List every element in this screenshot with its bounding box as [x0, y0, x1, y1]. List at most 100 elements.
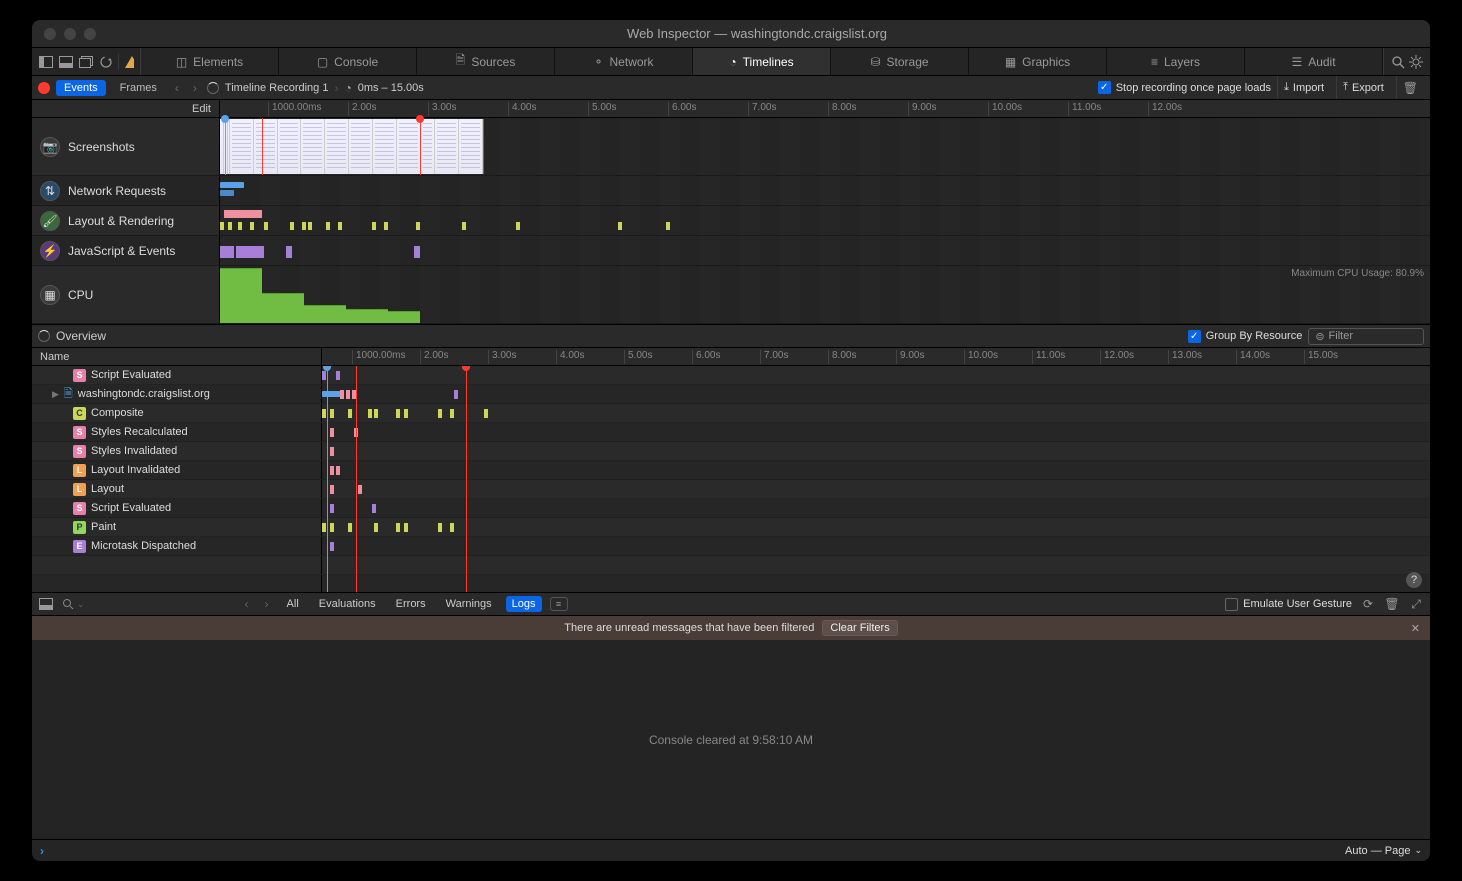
row-label: Layout Invalidated	[91, 464, 180, 476]
view-frames-button[interactable]: Frames	[112, 80, 165, 96]
filter-input[interactable]: ⊜ Filter	[1308, 328, 1424, 345]
event-marker	[322, 391, 342, 397]
stop-recording-checkbox[interactable]: ✓ Stop recording once page loads	[1098, 81, 1271, 94]
help-icon[interactable]: ?	[1406, 572, 1422, 588]
view-events-button[interactable]: Events	[56, 80, 106, 96]
nav-back-icon[interactable]: ‹	[171, 81, 183, 95]
event-marker	[348, 523, 352, 532]
reload-icon[interactable]: ⟳	[1360, 596, 1376, 612]
table-row[interactable]: SStyles Invalidated	[32, 442, 1430, 461]
event-marker	[340, 390, 344, 399]
ruler-tick: 10.00s	[988, 102, 1022, 116]
prev-result-icon[interactable]: ‹	[241, 597, 253, 611]
checkbox-checked-icon: ✓	[1188, 330, 1201, 343]
recording-breadcrumb[interactable]: Timeline Recording 1	[225, 82, 329, 94]
timeline-row-layout[interactable]: 🖌Layout & Rendering	[32, 206, 1430, 236]
import-button[interactable]: ⤓Import	[1277, 76, 1330, 99]
search-icon[interactable]	[1390, 54, 1406, 70]
timeline-row-js[interactable]: ⚡JavaScript & Events	[32, 236, 1430, 266]
table-row[interactable]: LLayout	[32, 480, 1430, 499]
export-button[interactable]: ⤒Export	[1336, 76, 1390, 99]
table-row	[32, 556, 1430, 575]
console-warning-banner: There are unread messages that have been…	[32, 616, 1430, 640]
cpu-max-label: Maximum CPU Usage: 80.9%	[1291, 268, 1424, 279]
console-prompt[interactable]: › Auto — Page ⌄	[32, 839, 1430, 861]
ruler-tick: 14.00s	[1236, 350, 1270, 364]
emulate-gesture-checkbox[interactable]: Emulate User Gesture	[1225, 598, 1352, 611]
filter-all[interactable]: All	[281, 596, 305, 612]
gear-icon[interactable]	[1408, 54, 1424, 70]
table-row[interactable]: CComposite	[32, 404, 1430, 423]
window-title: Web Inspector — washingtondc.craigslist.…	[96, 26, 1418, 41]
ruler-tick: 12.00s	[1100, 350, 1134, 364]
category-badge: L	[73, 464, 86, 477]
event-marker	[438, 409, 442, 418]
dock-left-icon[interactable]	[38, 54, 54, 70]
nav-forward-icon[interactable]: ›	[189, 81, 201, 95]
storage-icon: ⛁	[870, 55, 880, 69]
tab-timelines[interactable]: ◔Timelines	[693, 48, 831, 75]
table-row[interactable]: ▶🗎washingtondc.craigslist.org	[32, 385, 1430, 404]
toggle-sidebar-icon[interactable]	[38, 596, 54, 612]
event-marker	[330, 466, 334, 475]
close-window-icon[interactable]	[44, 28, 56, 40]
scope-icon[interactable]: ≡	[550, 597, 568, 611]
tab-console[interactable]: ▢Console	[279, 48, 417, 75]
group-by-resource-checkbox[interactable]: ✓ Group By Resource	[1188, 330, 1303, 343]
layers-icon: ≡	[1151, 55, 1158, 69]
clock-icon: ◔	[344, 81, 351, 95]
timeline-row-cpu[interactable]: ▦CPU Maximum CPU Usage: 80.9%	[32, 266, 1430, 324]
trash-icon[interactable]: 🗑	[1384, 596, 1400, 612]
filter-warnings[interactable]: Warnings	[440, 596, 498, 612]
network-arrows-icon: ⇅	[40, 181, 60, 201]
filter-evaluations[interactable]: Evaluations	[313, 596, 382, 612]
minimize-window-icon[interactable]	[64, 28, 76, 40]
execution-context-selector[interactable]: Auto — Page ⌄	[1345, 845, 1422, 857]
tab-elements[interactable]: ◫Elements	[141, 48, 279, 75]
tab-storage[interactable]: ⛁Storage	[831, 48, 969, 75]
zoom-window-icon[interactable]	[84, 28, 96, 40]
table-row[interactable]: PPaint	[32, 518, 1430, 537]
undock-icon[interactable]	[78, 54, 94, 70]
table-row[interactable]: L Layout Invalidated	[32, 461, 1430, 480]
row-label: Paint	[91, 521, 116, 533]
main-tabbar: ◫Elements ▢Console 🗎Sources ⚬Network ◔Ti…	[32, 48, 1430, 76]
filter-errors[interactable]: Errors	[390, 596, 432, 612]
progress-spinner-icon	[207, 82, 219, 94]
ruler-tick: 9.00s	[896, 350, 924, 364]
reload-icon[interactable]	[98, 54, 114, 70]
record-button[interactable]	[38, 82, 50, 94]
clear-filters-button[interactable]: Clear Filters	[822, 620, 897, 636]
table-row[interactable]: SScript Evaluated	[32, 499, 1430, 518]
table-row[interactable]: SScript Evaluated	[32, 366, 1430, 385]
overview-label[interactable]: Overview	[56, 329, 106, 343]
dock-bottom-icon[interactable]	[58, 54, 74, 70]
tab-audit[interactable]: ☰Audit	[1245, 48, 1383, 75]
table-row[interactable]: SStyles Recalculated	[32, 423, 1430, 442]
tab-network[interactable]: ⚬Network	[555, 48, 693, 75]
tab-graphics[interactable]: ▦Graphics	[969, 48, 1107, 75]
ruler-tick: 4.00s	[556, 350, 584, 364]
filter-logs[interactable]: Logs	[506, 596, 542, 612]
table-row[interactable]: EMicrotask Dispatched	[32, 537, 1430, 556]
console-search[interactable]: ⌄	[62, 598, 85, 610]
detail-table: SScript Evaluated▶🗎washingtondc.craigsli…	[32, 366, 1430, 592]
warning-icon[interactable]	[118, 54, 134, 70]
clear-button[interactable]: 🗑	[1396, 76, 1424, 99]
expand-icon[interactable]: ⤢	[1408, 596, 1424, 612]
name-column-header[interactable]: Name	[32, 348, 322, 365]
close-icon[interactable]: ✕	[1411, 622, 1420, 635]
checkbox-checked-icon: ✓	[1098, 81, 1111, 94]
console-toolbar: ⌄ ‹ › All Evaluations Errors Warnings Lo…	[32, 592, 1430, 616]
next-result-icon[interactable]: ›	[261, 597, 273, 611]
timeline-row-screenshots[interactable]: 📷Screenshots	[32, 118, 1430, 176]
time-range-breadcrumb[interactable]: 0ms – 15.00s	[358, 82, 424, 94]
event-marker	[368, 409, 372, 418]
overview-ruler[interactable]: Edit 1000.00ms2.00s3.00s4.00s5.00s6.00s7…	[32, 100, 1430, 118]
tab-sources[interactable]: 🗎Sources	[417, 48, 555, 75]
event-marker	[322, 523, 326, 532]
tab-layers[interactable]: ≡Layers	[1107, 48, 1245, 75]
timeline-row-network[interactable]: ⇅Network Requests	[32, 176, 1430, 206]
disclosure-triangle-icon[interactable]: ▶	[52, 389, 59, 400]
edit-timelines-button[interactable]: Edit	[32, 100, 220, 117]
